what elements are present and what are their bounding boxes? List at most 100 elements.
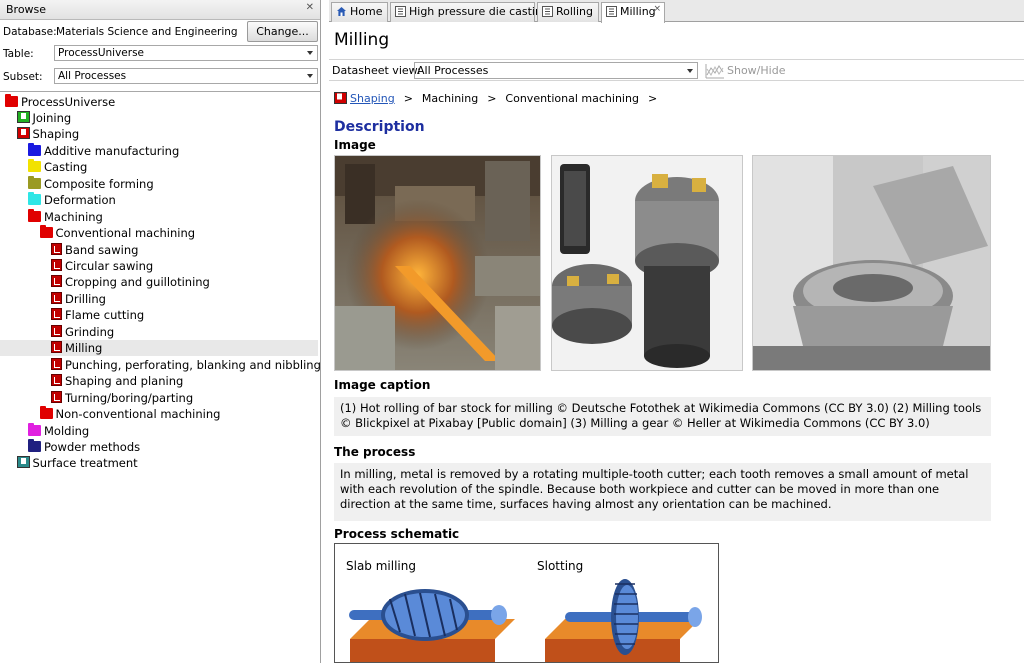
tree-item-conventional-machining[interactable]: Conventional machining: [39, 225, 196, 241]
tree-item-grinding[interactable]: Grinding: [51, 324, 114, 340]
tree-item-composite-forming[interactable]: Composite forming: [28, 175, 154, 192]
cyan-folder-icon: [28, 192, 41, 206]
tree-item-label: Band sawing: [65, 242, 139, 257]
description-heading: Description: [334, 119, 425, 135]
breadcrumb-separator: >: [487, 92, 497, 105]
breadcrumb-separator: >: [647, 92, 658, 105]
breadcrumb-link-shaping[interactable]: Shaping: [350, 92, 395, 105]
close-icon[interactable]: ✕: [306, 2, 314, 13]
datasheet-view-label: Datasheet view:: [332, 64, 421, 77]
tree-item-label: Drilling: [65, 291, 106, 306]
tree-item-deformation[interactable]: Deformation: [28, 192, 116, 208]
tree-item-joining[interactable]: Joining: [16, 110, 72, 126]
red-book-icon: [334, 92, 347, 104]
tree-item-label: Surface treatment: [32, 456, 138, 471]
tree-item-circular-sawing[interactable]: Circular sawing: [51, 258, 153, 274]
tree-item-casting[interactable]: Casting: [28, 159, 87, 175]
tab-rolling[interactable]: Rolling: [537, 2, 599, 22]
tree-item-flame-cutting[interactable]: Flame cutting: [51, 307, 144, 323]
process-description-text: In milling, metal is removed by a rotati…: [334, 463, 991, 521]
tree-item-band-sawing[interactable]: Band sawing: [51, 242, 138, 258]
tab-home[interactable]: Home: [331, 2, 388, 22]
tab-label: High pressure die casting: [409, 5, 549, 18]
navy-folder-icon: [28, 438, 41, 452]
tree-item-processuniverse[interactable]: ProcessUniverse: [5, 93, 116, 110]
hot-rolling-photo: [334, 155, 541, 371]
tree-item-powder-methods[interactable]: Powder methods: [28, 438, 141, 455]
tree-item-punching-perforating-blanking-and-nibbling[interactable]: Punching, perforating, blanking and nibb…: [51, 357, 321, 373]
tree-item-turning-boring-parting[interactable]: Turning/boring/parting: [51, 390, 193, 406]
tree-item-label: Composite forming: [44, 176, 154, 191]
olive-folder-icon: [28, 175, 41, 189]
milling-gear-photo: [752, 155, 991, 371]
table-label: Table:: [3, 48, 34, 60]
datasheet-icon: [606, 5, 617, 17]
tree-item-label: Grinding: [65, 324, 115, 339]
tab-label: Home: [350, 5, 383, 18]
process-tree: ProcessUniverse Joining Shaping Additive ma…: [0, 91, 321, 663]
database-value: Materials Science and Engineering: [56, 26, 238, 38]
tree-item-label: Machining: [44, 209, 103, 224]
tree-item-label: Punching, perforating, blanking and nibb…: [65, 357, 321, 372]
tab-milling[interactable]: Milling ×: [601, 2, 665, 23]
datasheet-icon: [51, 308, 62, 321]
red-book-icon: [16, 127, 30, 140]
tree-item-label: Milling: [65, 341, 103, 356]
tree-item-molding[interactable]: Molding: [28, 422, 89, 439]
schematic-drawing: [349, 579, 702, 662]
tree-item-machining[interactable]: Machining: [28, 208, 103, 225]
tree-item-additive-manufacturing[interactable]: Additive manufacturing: [28, 142, 180, 159]
tree-item-shaping-and-planing[interactable]: Shaping and planing: [51, 373, 183, 389]
image-heading: Image: [334, 138, 376, 152]
datasheet-toolbar: Datasheet view: All Processes Show/Hide: [329, 59, 1024, 81]
red-folder-icon: [39, 406, 53, 420]
home-icon: [336, 5, 347, 16]
tree-item-label: Additive manufacturing: [44, 143, 180, 158]
tab-high-pressure-die-casting[interactable]: High pressure die casting: [390, 2, 549, 22]
tree-item-label: Conventional machining: [55, 226, 196, 241]
browse-pane: Browse ✕ Database: Materials Science and…: [0, 0, 321, 663]
browse-title: Browse: [6, 3, 47, 16]
datasheet-icon: [542, 5, 553, 17]
tab-bar: Home High pressure die casting Rolling M…: [329, 0, 1024, 23]
teal-book-icon: [16, 456, 30, 469]
datasheet-icon: [51, 291, 62, 304]
tree-item-shaping[interactable]: Shaping: [16, 126, 79, 142]
tree-item-surface-treatment[interactable]: Surface treatment: [16, 455, 138, 471]
tree-item-label: Circular sawing: [65, 259, 154, 273]
datasheet-icon: [51, 242, 62, 255]
tree-item-label: Joining: [32, 110, 72, 125]
tree-item-label: Deformation: [44, 193, 116, 208]
tab-label: Milling: [620, 5, 656, 18]
change-database-button[interactable]: Change...: [247, 21, 318, 42]
process-schematic-image: Slab milling Slotting: [334, 543, 719, 663]
breadcrumb-separator: >: [403, 92, 413, 105]
tree-item-drilling[interactable]: Drilling: [51, 291, 106, 307]
browse-pane-header: Browse ✕: [0, 0, 320, 20]
tree-item-label: Shaping and planing: [65, 374, 184, 389]
tree-item-label: Turning/boring/parting: [65, 390, 194, 405]
table-select[interactable]: ProcessUniverse: [54, 45, 318, 61]
subset-select-value: All Processes: [58, 70, 127, 82]
tree-item-non-conventional-machining[interactable]: Non-conventional machining: [39, 406, 220, 422]
close-tab-icon[interactable]: ×: [653, 0, 661, 18]
show-hide-label: Show/Hide: [727, 64, 786, 77]
tree-item-milling[interactable]: Milling: [0, 340, 318, 357]
page-title: Milling: [334, 30, 390, 50]
datasheet-icon: [51, 357, 62, 370]
tree-item-cropping-and-guillotining[interactable]: Cropping and guillotining: [51, 274, 210, 290]
breadcrumb-conventional-machining: Conventional machining: [505, 92, 639, 105]
datasheet-view-value: All Processes: [417, 64, 489, 77]
datasheet-view-select[interactable]: All Processes: [414, 62, 698, 79]
chevron-down-icon: [307, 74, 313, 78]
caption-heading: Image caption: [334, 378, 431, 392]
show-hide-button[interactable]: Show/Hide: [705, 61, 785, 80]
red-folder-icon: [5, 93, 18, 107]
database-label: Database:: [3, 26, 57, 38]
red-folder-icon: [39, 225, 53, 239]
subset-select[interactable]: All Processes: [54, 68, 318, 84]
datasheet-icon: [395, 5, 406, 17]
breadcrumb-machining: Machining: [421, 92, 479, 105]
tree-item-label: Powder methods: [44, 439, 141, 454]
tree-item-label: ProcessUniverse: [21, 94, 116, 109]
